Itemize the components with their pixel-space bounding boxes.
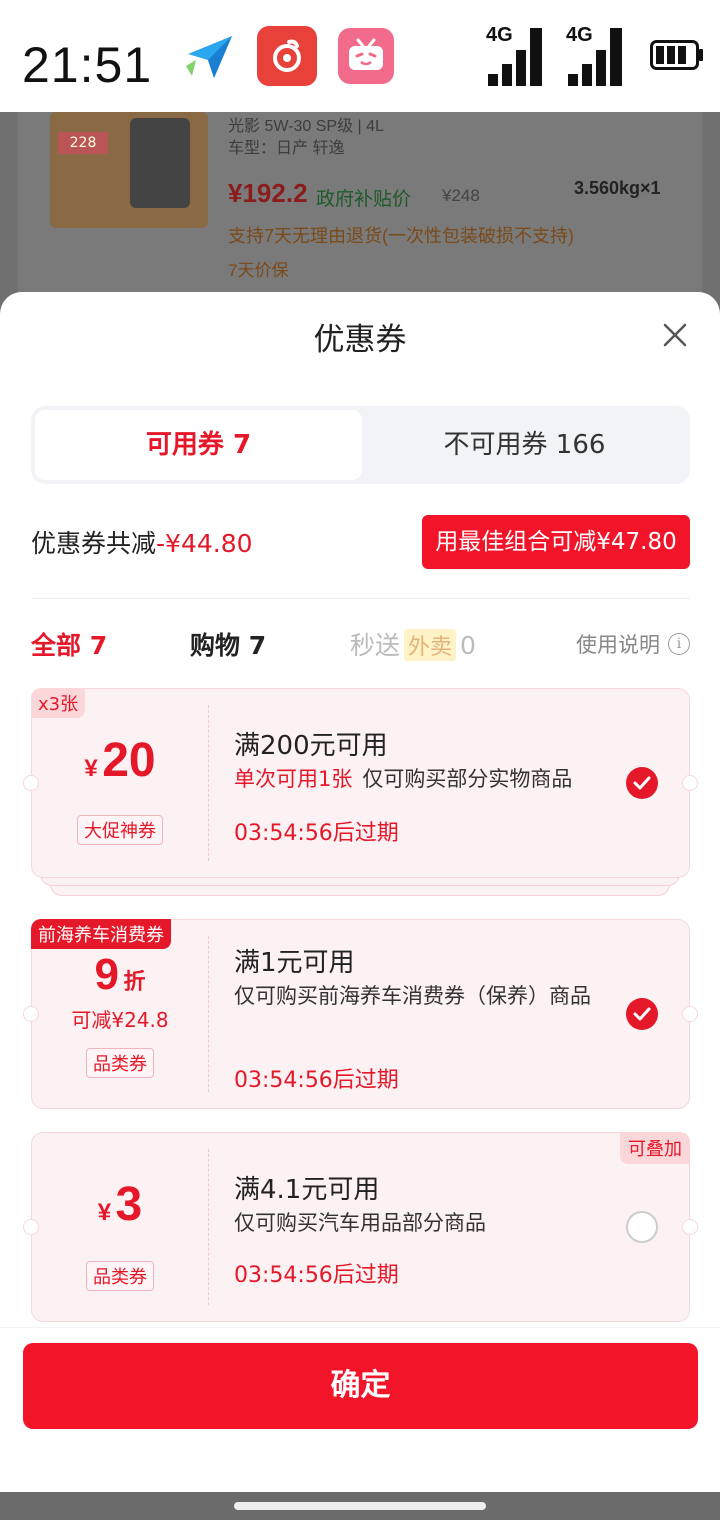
tab-unavailable[interactable]: 不可用券 166	[361, 410, 688, 480]
system-nav-area	[0, 1492, 720, 1520]
status-time: 21:51	[22, 37, 153, 93]
checked-icon[interactable]	[626, 767, 658, 799]
coupon-save-amount: 可减¥24.8	[71, 1008, 169, 1032]
checked-icon[interactable]	[626, 998, 658, 1030]
coupon-count-tag: x3张	[31, 688, 86, 718]
original-price: ¥248	[442, 186, 480, 205]
coupon-threshold: 满1元可用	[234, 948, 355, 978]
takeout-tag: 外卖	[404, 629, 457, 661]
battery-icon	[650, 40, 704, 70]
coupon-tabbar: 可用券 7 不可用券 166	[31, 406, 690, 484]
coupon-source-tag: 前海养车消费券	[31, 919, 171, 949]
coupon-threshold: 满200元可用	[234, 731, 388, 761]
coupon-card[interactable]: x3张 ¥ 20 大促神券 满200元可用 单次可用1张 仅可购买部分实物商品 0…	[23, 688, 698, 878]
sheet-footer: 确定	[0, 1327, 720, 1492]
usage-help-link[interactable]: 使用说明 i	[576, 629, 690, 659]
coupon-desc: 单次可用1张 仅可购买部分实物商品	[234, 767, 573, 791]
coupon-expiry: 03:54:56后过期	[234, 1068, 399, 1093]
oil-bottle-image	[130, 118, 190, 208]
filter-shopping[interactable]: 购物 7	[190, 626, 266, 662]
product-weight-qty: 3.560kg×1	[574, 178, 661, 198]
summary-label: 优惠券共减	[31, 529, 157, 558]
product-thumbnail: 228	[50, 112, 208, 228]
filter-fast-delivery[interactable]: 秒送 外卖 0	[350, 626, 476, 662]
signal-icon: 4G	[486, 24, 550, 88]
background-product-overlay[interactable]: 228 光影 5W-30 SP级 | 4L 车型：日产 轩逸 ¥192.2 政府…	[0, 112, 720, 312]
close-icon[interactable]	[660, 320, 690, 350]
price-protect: 7天价保	[228, 261, 289, 280]
product-spec: 光影 5W-30 SP级 | 4L	[228, 118, 384, 135]
return-policy: 支持7天无理由退货(一次性包装破损不支持)	[228, 226, 574, 246]
coupon-desc: 仅可购买前海养车消费券（保养）商品	[234, 984, 591, 1008]
stackable-tag: 可叠加	[620, 1132, 690, 1164]
coupon-desc: 仅可购买汽车用品部分商品	[234, 1211, 486, 1235]
discount-summary: 优惠券共减-¥44.80	[31, 524, 253, 560]
home-indicator[interactable]	[234, 1502, 486, 1510]
coupon-expiry: 03:54:56后过期	[234, 1263, 399, 1288]
coupon-kind-badge: 品类券	[86, 1261, 154, 1291]
coupon-kind-badge: 大促神券	[77, 815, 163, 845]
info-icon: i	[668, 633, 690, 655]
best-combo-button[interactable]: 用最佳组合可减¥47.80	[422, 515, 690, 569]
coupon-value: ¥ 3	[97, 1178, 143, 1231]
coupon-threshold: 满4.1元可用	[234, 1175, 380, 1205]
coupon-kind-badge: 品类券	[86, 1048, 154, 1078]
subsidy-label: 政府补贴价	[316, 189, 412, 210]
coupon-value: ¥ 20	[84, 734, 156, 787]
send-arrow-icon	[180, 26, 240, 86]
coupon-expiry: 03:54:56后过期	[234, 821, 399, 846]
coupon-value: 9 折	[94, 950, 146, 999]
sheet-title: 优惠券	[313, 322, 407, 358]
filter-all[interactable]: 全部 7	[31, 626, 107, 662]
divider	[31, 598, 690, 599]
unchecked-icon[interactable]	[626, 1211, 658, 1243]
music-app-icon	[257, 26, 317, 86]
product-price: ¥192.2	[228, 178, 308, 208]
coupon-sheet: 优惠券 可用券 7 不可用券 166 优惠券共减-¥44.80 用最佳组合可减¥…	[0, 292, 720, 1492]
summary-amount: -¥44.80	[156, 529, 253, 558]
product-model: 车型：日产 轩逸	[228, 140, 345, 157]
confirm-button[interactable]: 确定	[23, 1343, 698, 1429]
coupon-card[interactable]: 前海养车消费券 9 折 可减¥24.8 品类券 满1元可用 仅可购买前海养车消费…	[23, 919, 698, 1109]
status-bar: 21:51 4G 4G	[0, 0, 720, 112]
video-app-icon	[338, 28, 394, 84]
coupon-card[interactable]: 可叠加 ¥ 3 品类券 满4.1元可用 仅可购买汽车用品部分商品 03:54:5…	[23, 1132, 698, 1322]
tab-available[interactable]: 可用券 7	[35, 410, 362, 480]
signal-icon: 4G	[566, 24, 630, 88]
